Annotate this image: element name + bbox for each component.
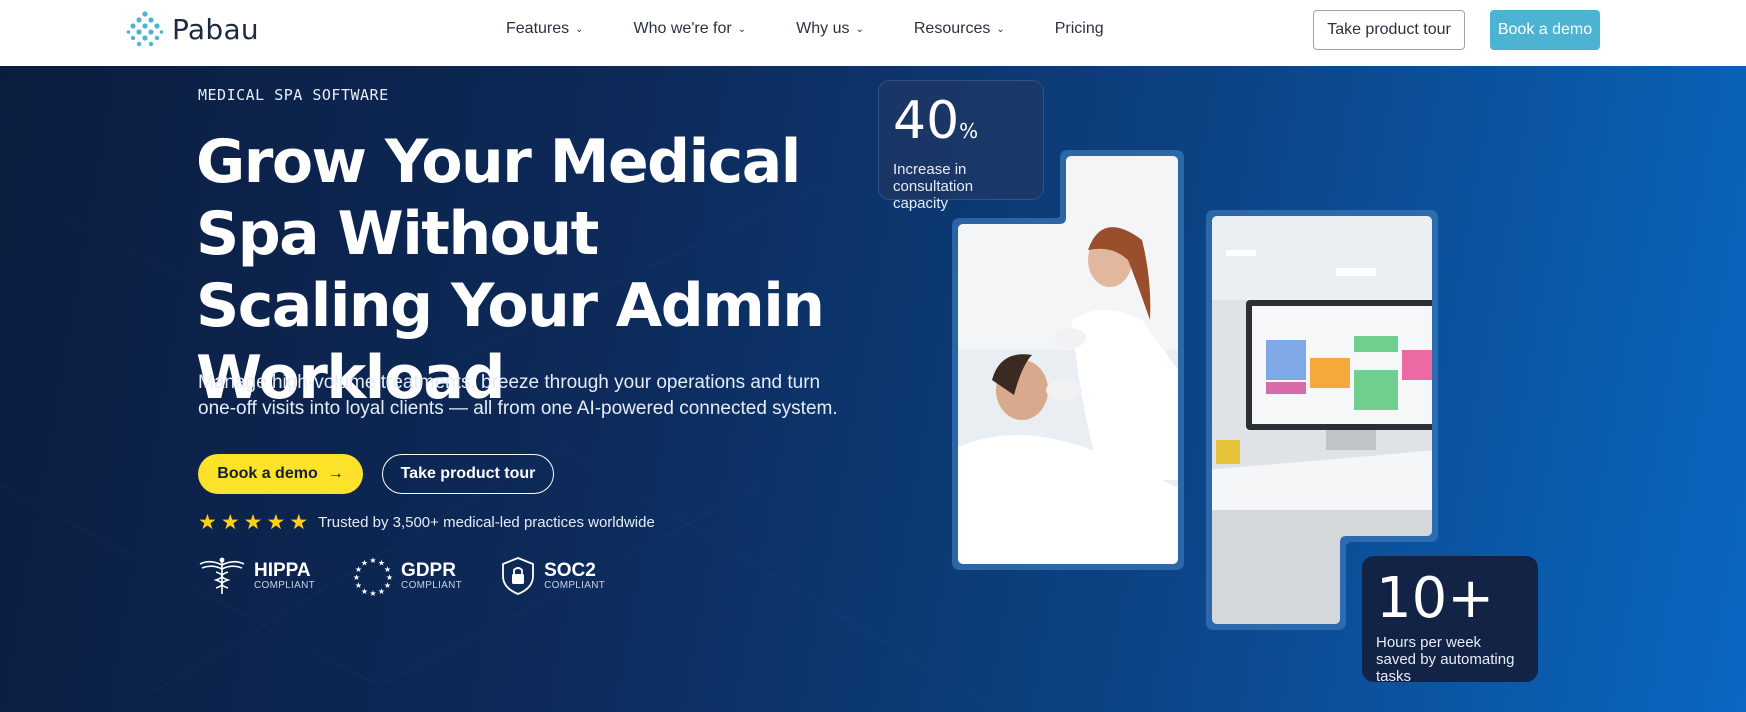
star-icon: ★ — [198, 511, 217, 534]
eu-stars-icon: ★ ★★ ★★★ ★★★ ★★★ — [353, 556, 393, 596]
nav-take-tour-button[interactable]: Take product tour — [1313, 10, 1465, 50]
nav-links: Features ⌄ Who we're for ⌄ Why us ⌄ Reso… — [506, 20, 1154, 38]
shield-lock-icon — [502, 557, 534, 595]
nav-item-why-us[interactable]: Why us ⌄ — [796, 20, 864, 38]
star-icon: ★ — [266, 511, 286, 534]
nav-item-features[interactable]: Features ⌄ — [506, 20, 584, 38]
stat-number: 10+ — [1376, 566, 1495, 631]
pabau-logo-icon — [126, 11, 164, 47]
compliance-badges: HIPPA COMPLIANT ★ ★ ★ ★ ★ ★ ★ ★ ★ ★ ★ ★ GDPR COM… — [198, 556, 643, 596]
badge-soc2: SOC2 COMPLIANT — [500, 556, 605, 596]
stat-value: 40% — [893, 93, 1029, 159]
hero-book-demo-button[interactable]: Book a demo → — [198, 454, 363, 494]
stat-caption: Hours per week saved by automating tasks — [1376, 634, 1515, 685]
star-icon: ★ — [243, 511, 263, 534]
nav-item-label: Who we're for — [633, 20, 732, 37]
caduceus-icon — [199, 557, 245, 594]
brand-name: Pabau — [172, 12, 259, 46]
nav-item-who-were-for[interactable]: Who we're for ⌄ — [634, 20, 747, 38]
badge-gdpr: ★ ★ ★ ★ ★ ★ ★ ★ ★ ★ ★ ★ GDPR COMPLIANT — [353, 556, 462, 596]
nav-book-demo-button[interactable]: Book a demo — [1490, 10, 1600, 50]
nav-item-label: Features — [506, 20, 570, 37]
top-navbar: Pabau Features ⌄ Who we're for ⌄ Why us … — [0, 0, 1746, 66]
star-icon: ★ — [289, 511, 309, 534]
stat-number: 40 — [893, 91, 960, 151]
badge-subtitle: COMPLIANT — [254, 580, 316, 591]
chevron-down-icon: ⌄ — [996, 23, 1005, 35]
stat-caption: Increase in consultation capacity — [893, 161, 974, 212]
treatment-photo — [952, 150, 1184, 570]
arrow-right-icon: → — [327, 465, 344, 482]
svg-text:★: ★ — [353, 573, 360, 582]
svg-text:★: ★ — [378, 587, 385, 596]
eyebrow-label: MEDICAL SPA SOFTWARE — [198, 86, 389, 104]
nav-item-label: Why us — [796, 20, 850, 37]
hero-section: MEDICAL SPA SOFTWARE Grow Your Medical S… — [0, 66, 1746, 712]
nav-item-pricing[interactable]: Pricing — [1055, 20, 1104, 38]
chevron-down-icon: ⌄ — [575, 23, 584, 35]
badge-hippa: HIPPA COMPLIANT — [198, 556, 315, 596]
badge-subtitle: COMPLIANT — [401, 580, 463, 591]
badge-title: GDPR — [401, 560, 456, 581]
chevron-down-icon: ⌄ — [855, 23, 864, 35]
svg-text:★: ★ — [369, 556, 376, 565]
star-icon: ★ — [220, 511, 240, 534]
badge-subtitle: COMPLIANT — [544, 580, 606, 591]
logo[interactable]: Pabau — [126, 10, 259, 48]
hero-subtext: Manage high-volume treatments, breeze th… — [198, 372, 838, 419]
svg-text:★: ★ — [369, 589, 376, 596]
stat-card-hours-saved: 10+ Hours per week saved by automating t… — [1362, 556, 1538, 685]
rating-text: Trusted by 3,500+ medical-led practices … — [318, 514, 655, 531]
badge-title: SOC2 — [544, 560, 596, 581]
hero-take-tour-button[interactable]: Take product tour — [382, 454, 554, 494]
stat-unit: % — [959, 119, 979, 143]
svg-text:★: ★ — [355, 581, 362, 590]
svg-text:★: ★ — [361, 559, 368, 568]
button-label: Book a demo — [217, 465, 318, 482]
nav-item-label: Pricing — [1054, 20, 1104, 37]
nav-item-resources[interactable]: Resources ⌄ — [914, 20, 1005, 38]
badge-title: HIPPA — [254, 560, 311, 581]
chevron-down-icon: ⌄ — [737, 23, 747, 35]
rating-row: ★ ★ ★ ★ ★ Trusted by 3,500+ medical-led … — [198, 512, 655, 533]
stat-card-consultation: 40% Increase in consultation capacity — [878, 80, 1044, 212]
nav-item-label: Resources — [913, 20, 991, 37]
